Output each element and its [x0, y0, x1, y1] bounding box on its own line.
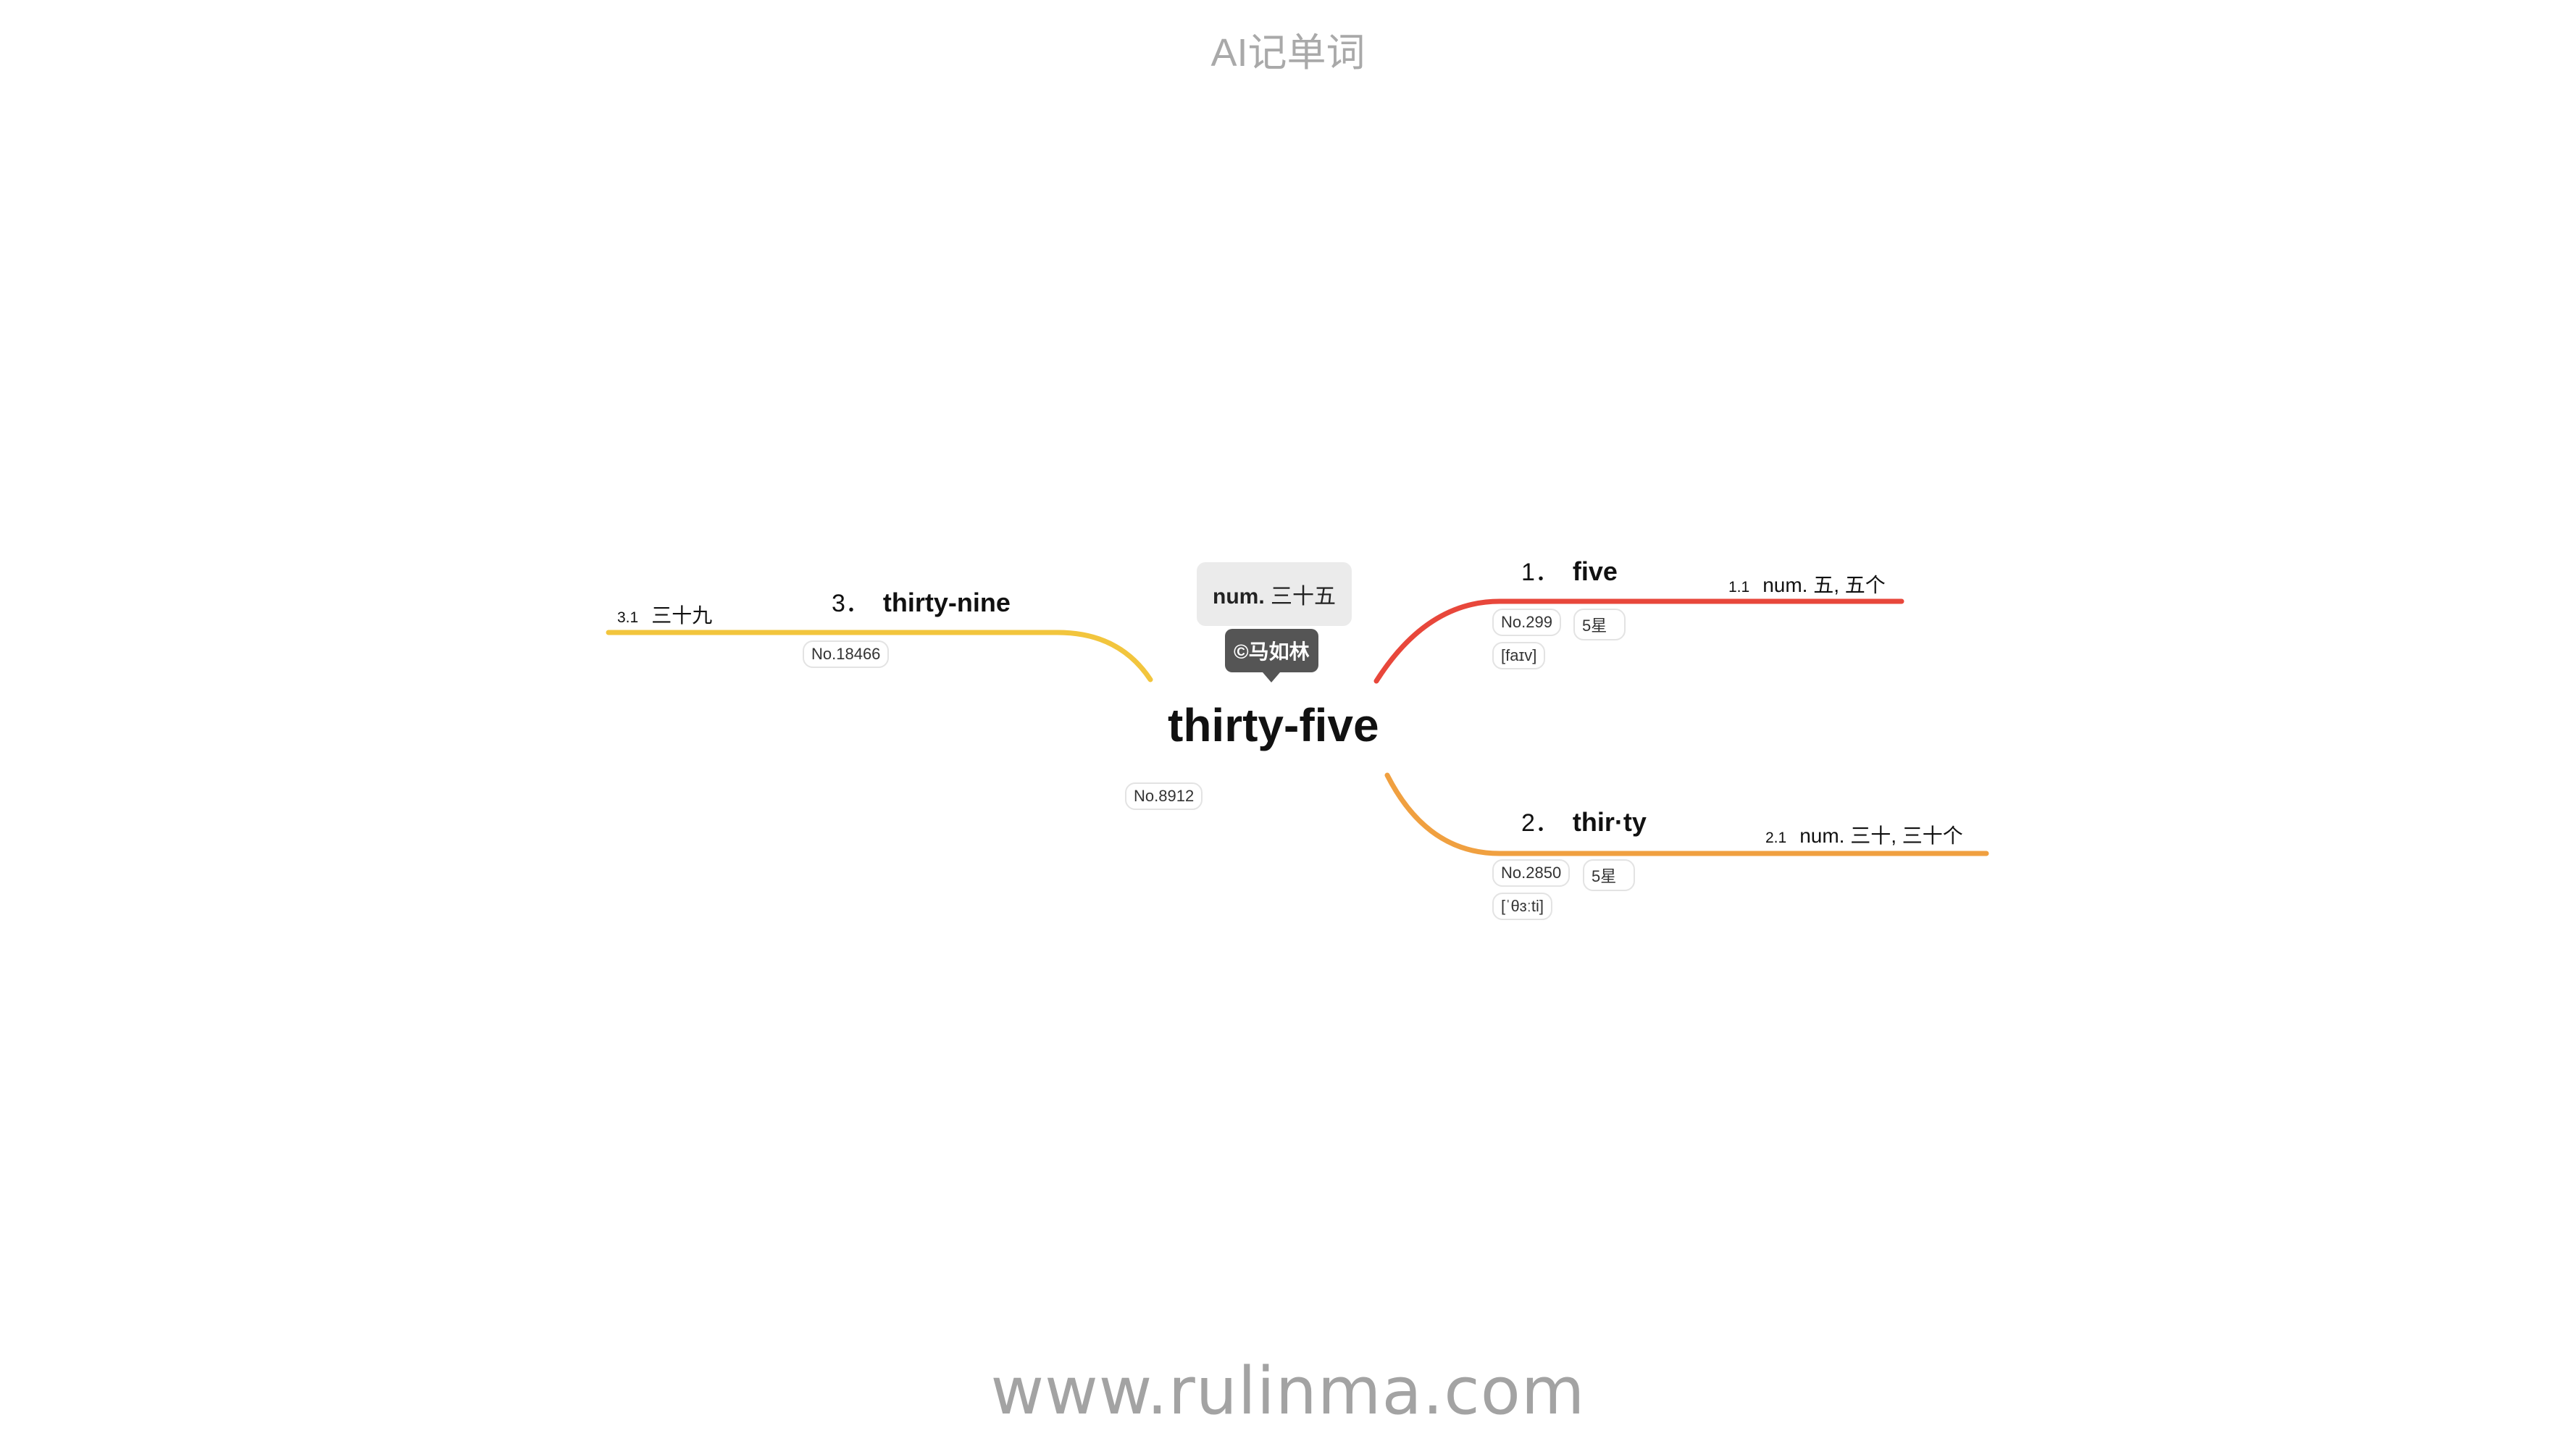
branch-2-sub-index: 2.1: [1765, 830, 1787, 846]
branch-1-sub-text: num. 五, 五个: [1762, 574, 1886, 596]
branch-3-index: 3．: [832, 590, 870, 617]
branch-2-stars-tag: 5星: [1583, 859, 1636, 891]
header-title: AI记单词: [1210, 31, 1366, 75]
branch-2-rank-tag: No.2850: [1492, 859, 1571, 887]
center-definition-text: 三十五: [1271, 585, 1337, 609]
author-badge: ©马如林: [1225, 629, 1318, 682]
branch-1-title[interactable]: 1． five: [1521, 552, 1618, 588]
branch-2-word: thir·ty: [1572, 807, 1647, 837]
branch-1-stars-tag: 5星: [1573, 609, 1626, 640]
branch-1-index: 1．: [1521, 559, 1560, 586]
center-definition-pos: num.: [1213, 585, 1265, 609]
branch-2-subnode[interactable]: 2.1 num. 三十, 三十个: [1765, 820, 1963, 849]
center-definition: num. 三十五: [1197, 562, 1352, 626]
branch-3-rank-tag: No.18466: [803, 640, 890, 668]
branch-3-word: thirty-nine: [882, 588, 1011, 617]
branch-2-index: 2．: [1521, 809, 1560, 837]
center-word[interactable]: thirty-five: [1168, 698, 1379, 752]
branch-2-title[interactable]: 2． thir·ty: [1521, 803, 1647, 838]
branch-1-word: five: [1572, 556, 1618, 586]
branch-2-sub-text: num. 三十, 三十个: [1799, 824, 1963, 847]
branch-3-title[interactable]: 3． thirty-nine: [832, 583, 1011, 619]
branch-1-connector: [1373, 598, 1904, 684]
branch-3-subnode[interactable]: 3.1 三十九: [617, 600, 712, 629]
branch-2-phonetic-tag: [ˈθɜːti]: [1492, 893, 1552, 920]
branch-1-sub-index: 1.1: [1728, 579, 1750, 596]
branch-3-sub-text: 三十九: [651, 604, 713, 627]
branch-1-rank-tag: No.299: [1492, 609, 1561, 636]
footer-url[interactable]: www.rulinma.com: [0, 1353, 2576, 1429]
branch-1-subnode[interactable]: 1.1 num. 五, 五个: [1728, 569, 1886, 598]
center-rank-tag: No.8912: [1125, 782, 1203, 810]
branch-3-sub-index: 3.1: [617, 609, 639, 626]
branch-1-phonetic-tag: [faɪv]: [1492, 642, 1546, 669]
